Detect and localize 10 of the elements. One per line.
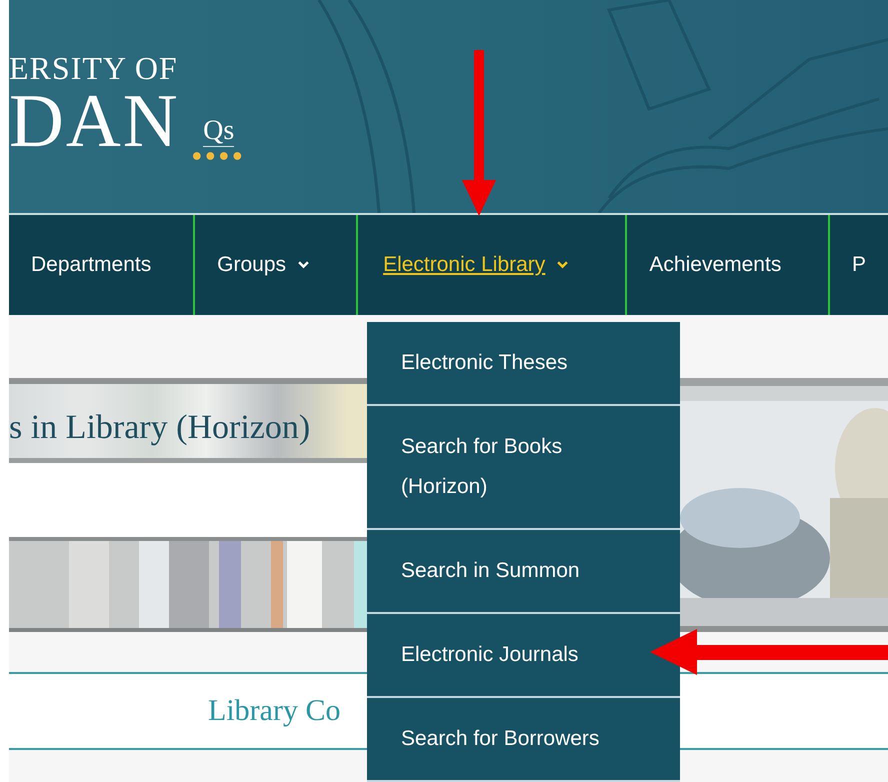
menu-item[interactable]: Search for Books (Horizon) xyxy=(367,406,680,530)
logo-text: DAN xyxy=(9,86,180,156)
section-heading: Library Co xyxy=(208,694,340,728)
menu-item[interactable]: Search in Summon xyxy=(367,530,680,614)
nav-item[interactable]: Departments xyxy=(9,215,194,315)
menu-item[interactable]: Search for Borrowers xyxy=(367,698,680,782)
logo-text: ERSITY OF xyxy=(9,50,179,86)
banner-heading: s in Library (Horizon) xyxy=(9,408,310,447)
ranking-badge: Qs xyxy=(203,116,234,147)
menu-item[interactable]: Electronic Theses xyxy=(367,322,680,406)
